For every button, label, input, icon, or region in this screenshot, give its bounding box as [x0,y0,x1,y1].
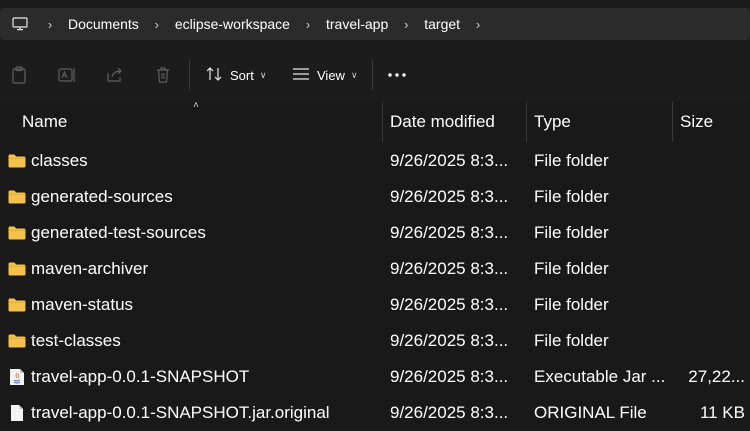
address-bar[interactable]: › Documents › eclipse-workspace › travel… [0,8,750,40]
breadcrumb-documents[interactable]: Documents [68,16,139,32]
file-row[interactable]: test-classes 9/26/2025 8:3... File folde… [0,323,750,359]
file-list: classes 9/26/2025 8:3... File folder gen… [0,143,750,431]
file-name: travel-app-0.0.1-SNAPSHOT.jar.original [31,403,330,422]
toolbar-divider [189,60,190,90]
chevron-right-icon[interactable]: › [139,17,175,32]
column-resize-handle[interactable] [672,102,673,142]
column-header-date-modified[interactable]: Date modified [390,102,495,142]
file-date: 9/26/2025 8:3... [390,367,509,386]
file-type: File folder [534,295,609,314]
file-icon [8,405,26,421]
file-type: Executable Jar ... [534,367,666,386]
folder-icon [8,153,26,169]
column-header-size[interactable]: Size [680,102,713,142]
file-name: travel-app-0.0.1-SNAPSHOT [31,367,250,386]
folder-icon [8,225,26,241]
file-name: maven-status [31,295,134,314]
column-resize-handle[interactable] [526,102,527,142]
file-row[interactable]: classes 9/26/2025 8:3... File folder [0,143,750,179]
file-type: File folder [534,259,609,278]
more-icon[interactable] [386,64,408,86]
chevron-down-icon: ∨ [350,69,358,80]
file-size [676,143,745,179]
breadcrumb-eclipse-workspace[interactable]: eclipse-workspace [175,16,290,32]
file-row[interactable]: generated-test-sources 9/26/2025 8:3... … [0,215,750,251]
file-size [676,215,745,251]
file-size [676,287,745,323]
view-button[interactable]: View ∨ [293,64,358,86]
file-date: 9/26/2025 8:3... [390,259,509,278]
view-label: View [317,67,345,83]
file-size [676,179,745,215]
column-header-type[interactable]: Type [534,102,571,142]
paste-icon[interactable] [10,66,28,84]
breadcrumb-travel-app[interactable]: travel-app [326,16,388,32]
rename-icon[interactable] [58,66,76,84]
file-type: ORIGINAL File [534,403,647,422]
folder-icon [8,261,26,277]
sort-icon [206,66,222,84]
share-icon[interactable] [106,66,124,84]
file-type: File folder [534,187,609,206]
jar-file-icon [8,369,26,385]
file-name: classes [31,151,88,170]
file-size: 11 KB [699,403,745,422]
file-name: test-classes [31,331,121,350]
file-name: generated-test-sources [31,223,206,242]
folder-icon [8,297,26,313]
column-resize-handle[interactable] [382,102,383,142]
breadcrumb-target[interactable]: target [424,16,460,32]
file-size: 27,22... [688,367,745,386]
sort-label: Sort [230,67,254,83]
command-bar: Sort ∨ View ∨ [0,48,750,103]
view-list-icon [293,67,309,83]
file-name: generated-sources [31,187,173,206]
file-type: File folder [534,151,609,170]
file-row[interactable]: travel-app-0.0.1-SNAPSHOT.jar.original 9… [0,395,750,431]
column-header-row: ˄ Name Date modified Type Size [0,100,750,142]
file-type: File folder [534,223,609,242]
file-type: File folder [534,331,609,350]
chevron-right-icon[interactable]: › [460,17,496,32]
file-date: 9/26/2025 8:3... [390,223,509,242]
folder-icon [8,189,26,205]
file-row[interactable]: maven-archiver 9/26/2025 8:3... File fol… [0,251,750,287]
sort-button[interactable]: Sort ∨ [206,64,266,86]
file-date: 9/26/2025 8:3... [390,187,509,206]
file-size [676,251,745,287]
file-size [676,323,745,359]
file-row[interactable]: travel-app-0.0.1-SNAPSHOT 9/26/2025 8:3.… [0,359,750,395]
chevron-right-icon[interactable]: › [388,17,424,32]
column-header-name[interactable]: Name [22,102,67,142]
file-date: 9/26/2025 8:3... [390,403,509,422]
delete-icon[interactable] [154,66,172,84]
address-bar-region: › Documents › eclipse-workspace › travel… [0,0,750,48]
sort-ascending-icon: ˄ [193,100,199,111]
file-name: maven-archiver [31,259,149,278]
chevron-right-icon[interactable]: › [290,17,326,32]
folder-icon [8,333,26,349]
chevron-down-icon: ∨ [259,69,267,80]
file-date: 9/26/2025 8:3... [390,151,509,170]
toolbar-divider [372,60,373,90]
computer-icon[interactable] [12,17,28,31]
chevron-right-icon[interactable]: › [32,17,68,32]
file-date: 9/26/2025 8:3... [390,295,509,314]
file-date: 9/26/2025 8:3... [390,331,509,350]
file-row[interactable]: maven-status 9/26/2025 8:3... File folde… [0,287,750,323]
file-row[interactable]: generated-sources 9/26/2025 8:3... File … [0,179,750,215]
